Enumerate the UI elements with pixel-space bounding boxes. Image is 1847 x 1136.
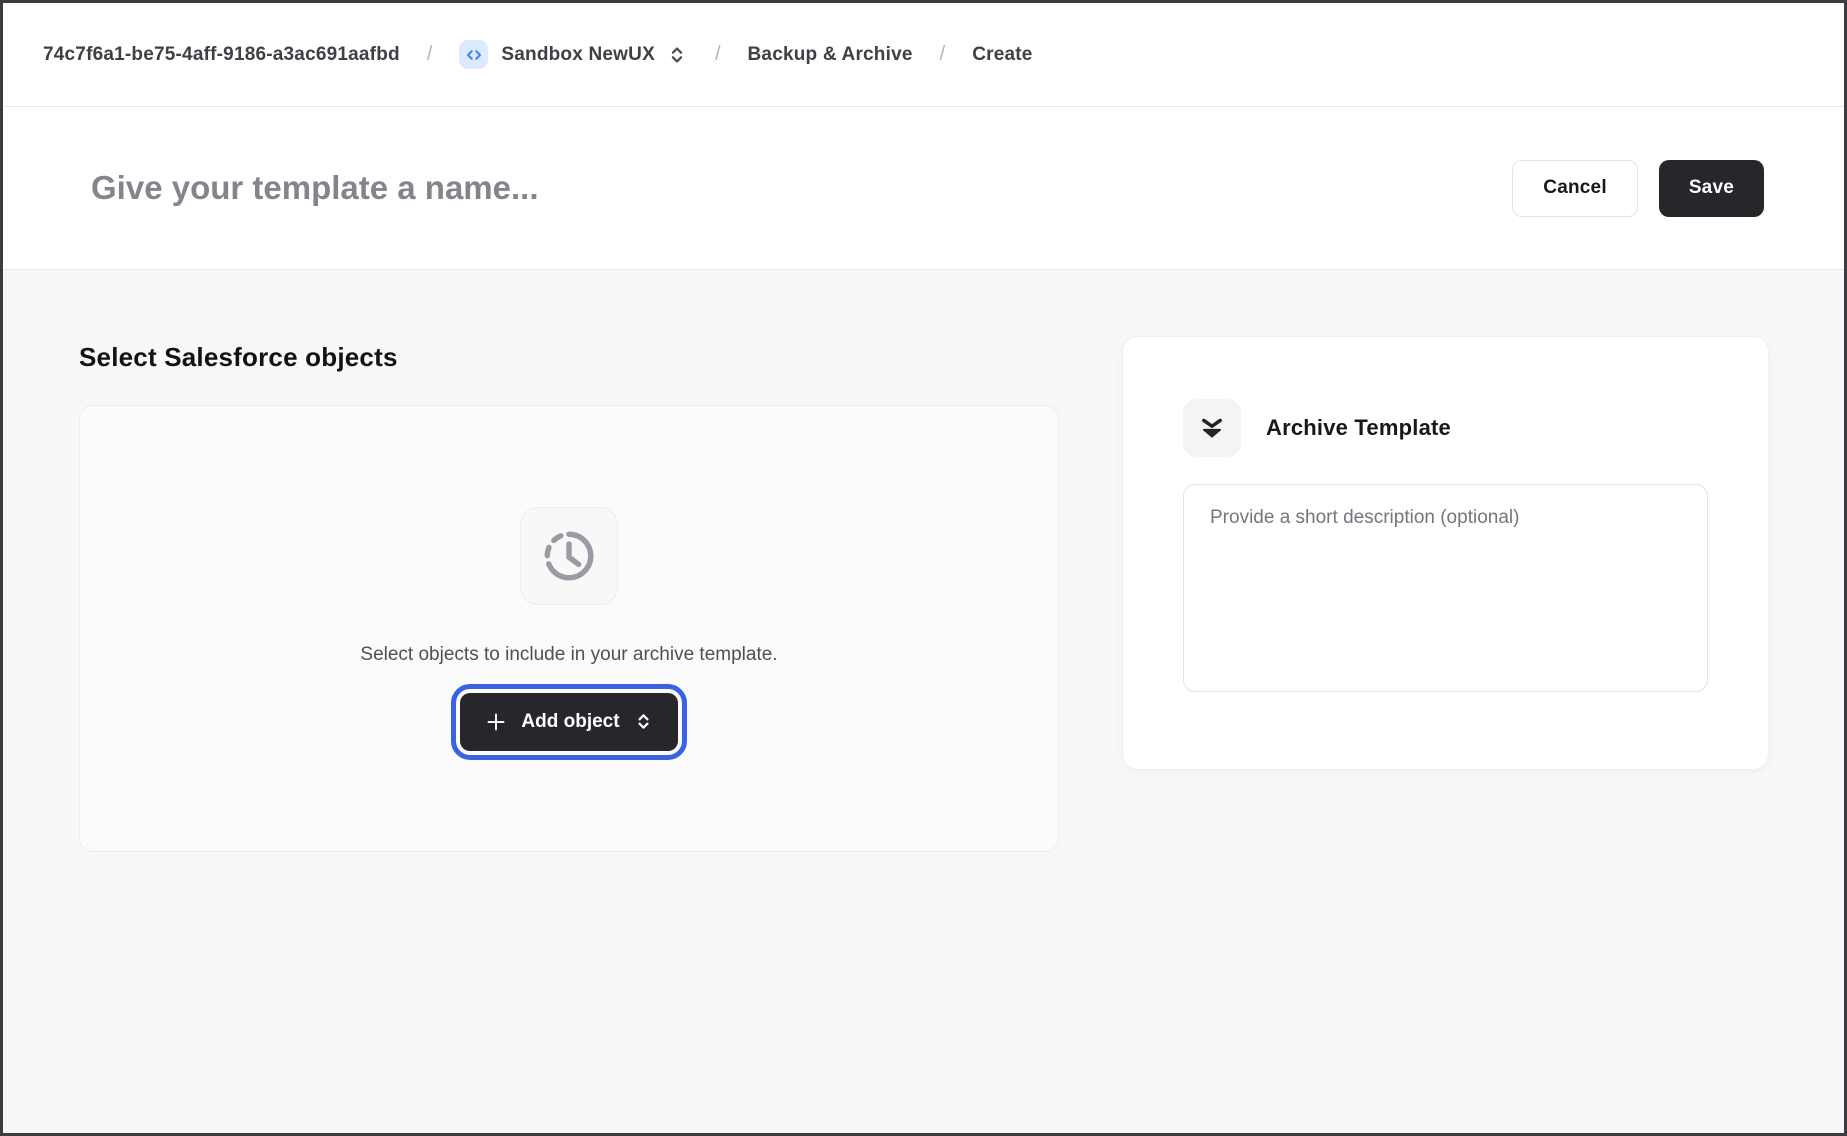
add-object-button[interactable]: Add object xyxy=(460,693,677,751)
archive-template-title: Archive Template xyxy=(1266,415,1451,441)
header-actions: Cancel Save xyxy=(1512,160,1804,217)
breadcrumb: 74c7f6a1-be75-4aff-9186-a3ac691aafbd / S… xyxy=(3,3,1844,107)
objects-empty-state-card: Select objects to include in your archiv… xyxy=(79,405,1059,852)
cancel-button[interactable]: Cancel xyxy=(1512,160,1638,217)
code-icon xyxy=(459,40,488,69)
double-chevron-down-icon xyxy=(1198,414,1226,442)
chevron-up-down-icon xyxy=(633,711,654,732)
add-object-focus-ring: Add object xyxy=(460,693,677,751)
breadcrumb-separator: / xyxy=(715,43,721,66)
clock-tile xyxy=(520,507,618,605)
archive-template-header: Archive Template xyxy=(1183,399,1708,457)
archive-template-card: Archive Template xyxy=(1122,336,1769,770)
objects-section: Select Salesforce objects Select objects… xyxy=(79,336,1059,852)
main-content: Select Salesforce objects Select objects… xyxy=(3,270,1844,852)
save-button[interactable]: Save xyxy=(1659,160,1764,217)
template-panel: Archive Template xyxy=(1122,336,1769,852)
description-textarea[interactable] xyxy=(1183,484,1708,692)
breadcrumb-service-selector[interactable]: Sandbox NewUX xyxy=(459,40,688,69)
breadcrumb-page: Create xyxy=(972,44,1032,66)
clock-dashed-icon xyxy=(540,527,598,585)
template-name-input[interactable] xyxy=(43,169,943,207)
chevron-up-down-icon xyxy=(666,44,688,66)
breadcrumb-org-id[interactable]: 74c7f6a1-be75-4aff-9186-a3ac691aafbd xyxy=(43,44,400,66)
plus-icon xyxy=(484,710,508,734)
breadcrumb-service-label: Sandbox NewUX xyxy=(501,44,655,66)
breadcrumb-separator: / xyxy=(940,43,946,66)
archive-tile xyxy=(1183,399,1241,457)
page-header: Cancel Save xyxy=(3,107,1844,270)
section-title: Select Salesforce objects xyxy=(79,342,1059,373)
add-object-label: Add object xyxy=(521,711,619,733)
breadcrumb-separator: / xyxy=(427,43,433,66)
breadcrumb-section[interactable]: Backup & Archive xyxy=(748,44,913,66)
empty-state-message: Select objects to include in your archiv… xyxy=(360,644,777,666)
